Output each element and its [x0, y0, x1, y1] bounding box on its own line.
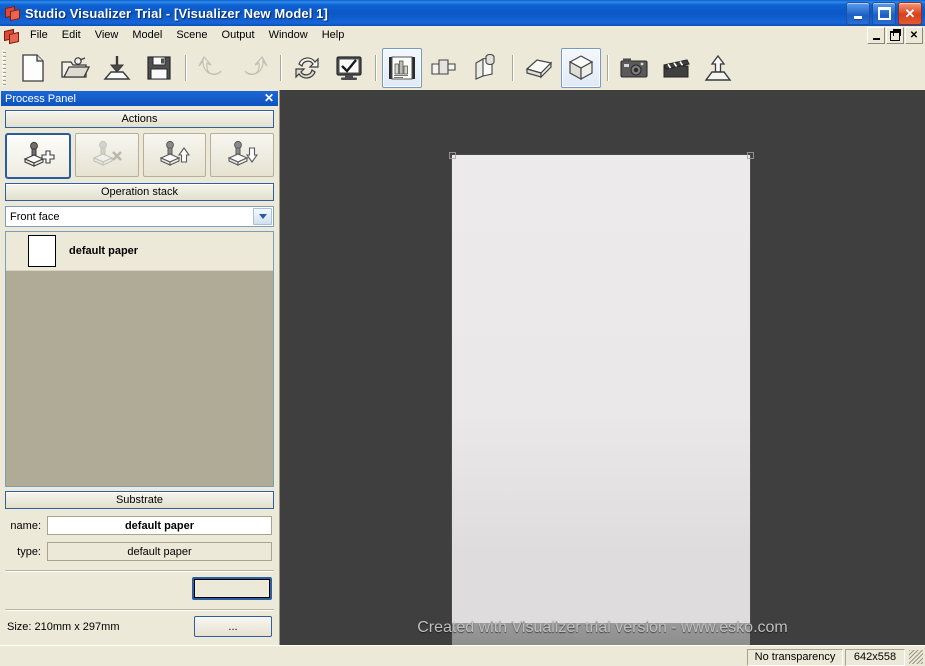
clapperboard-icon[interactable]: [656, 48, 696, 88]
color-button-row: [7, 577, 272, 600]
window-maximize-button[interactable]: [872, 2, 896, 25]
status-dimensions: 642x558: [845, 648, 905, 666]
menu-item-file[interactable]: File: [23, 27, 55, 44]
document-app-icon: [3, 28, 19, 44]
window-title-bar: Studio Visualizer Trial - [Visualizer Ne…: [0, 0, 925, 27]
substrate-browse-button[interactable]: ...: [194, 616, 272, 637]
chevron-down-icon[interactable]: [253, 208, 272, 225]
import-icon[interactable]: [97, 48, 137, 88]
undo-arrow-icon: [192, 48, 232, 88]
divider: [5, 609, 274, 610]
list-item[interactable]: default paper: [6, 232, 273, 271]
toolbar-separator: [185, 54, 186, 81]
resize-grip[interactable]: [909, 650, 923, 664]
open-folder-icon[interactable]: [55, 48, 95, 88]
mdi-minimize-button[interactable]: [867, 27, 885, 44]
selection-handle-top-left[interactable]: [449, 152, 456, 159]
export-icon[interactable]: [698, 48, 738, 88]
toolbar-gripper[interactable]: [2, 49, 9, 86]
menu-item-edit[interactable]: Edit: [55, 27, 88, 44]
refresh-icon[interactable]: [287, 48, 327, 88]
substrate-type-field[interactable]: default paper: [47, 542, 272, 561]
size-row: Size: 210mm x 297mm ...: [7, 616, 272, 637]
window-title: Studio Visualizer Trial - [Visualizer Ne…: [25, 5, 328, 21]
substrate-name-field[interactable]: default paper: [47, 516, 272, 535]
face-selector-value: Front face: [10, 210, 60, 223]
substrate-color-button[interactable]: [192, 577, 272, 600]
redo-arrow-icon: [234, 48, 274, 88]
action-buttons-row: [5, 133, 274, 179]
new-document-icon[interactable]: [13, 48, 53, 88]
list-item-label: default paper: [69, 245, 139, 257]
paper-model[interactable]: [452, 155, 750, 623]
unfolded-box-icon[interactable]: [424, 48, 464, 88]
toolbar-separator: [375, 54, 376, 81]
mdi-close-button[interactable]: ✕: [905, 27, 923, 44]
esko-logo-icon: [4, 5, 20, 22]
move-down-stamp-button[interactable]: [210, 133, 274, 177]
window-minimize-button[interactable]: [846, 2, 870, 25]
status-message: [2, 650, 747, 665]
application-window: Studio Visualizer Trial - [Visualizer Ne…: [0, 0, 925, 666]
menu-bar: File Edit View Model Scene Output Window…: [0, 26, 925, 46]
process-panel-title: Process Panel: [5, 92, 76, 105]
close-icon[interactable]: ✕: [264, 92, 274, 104]
substrate-name-label: name:: [10, 519, 41, 532]
menu-item-view[interactable]: View: [88, 27, 126, 44]
process-panel-icon[interactable]: [382, 47, 422, 88]
substrate-type-label: type:: [17, 545, 41, 558]
substrate-name-row: name: default paper: [7, 516, 272, 535]
move-up-stamp-button[interactable]: [142, 133, 207, 177]
menu-item-help[interactable]: Help: [315, 27, 352, 44]
toolbar-separator: [607, 54, 608, 81]
divider: [5, 570, 274, 571]
perspective-cube-icon[interactable]: [519, 48, 559, 88]
monitor-check-icon[interactable]: [329, 48, 369, 88]
actions-header-button[interactable]: Actions: [5, 110, 274, 128]
toolbar-separator: [280, 54, 281, 81]
menu-item-scene[interactable]: Scene: [169, 27, 214, 44]
operation-stack-list[interactable]: default paper: [5, 231, 274, 487]
selection-handle-top-right[interactable]: [747, 152, 754, 159]
substrate-type-row: type: default paper: [7, 542, 272, 561]
save-floppy-icon[interactable]: [139, 48, 179, 88]
process-panel-title-bar: Process Panel ✕: [1, 91, 278, 106]
process-panel: Process Panel ✕ Actions Operation stack …: [0, 90, 280, 645]
close-icon: ✕: [904, 6, 916, 21]
mdi-child-controls: ✕: [867, 27, 923, 44]
menu-item-output[interactable]: Output: [215, 27, 262, 44]
menu-item-model[interactable]: Model: [125, 27, 169, 44]
camera-icon[interactable]: [614, 48, 654, 88]
toolbar-separator: [512, 54, 513, 81]
menu-item-window[interactable]: Window: [262, 27, 315, 44]
substrate-swatch: [28, 235, 56, 267]
substrate-size-label: Size: 210mm x 297mm: [7, 620, 120, 633]
window-close-button[interactable]: ✕: [898, 2, 922, 25]
folded-box-icon[interactable]: [466, 48, 506, 88]
mdi-restore-button[interactable]: [886, 27, 904, 44]
main-toolbar: [0, 45, 925, 91]
operation-stack-header-button[interactable]: Operation stack: [5, 183, 274, 201]
model-viewport[interactable]: Created with Visualizer trial version - …: [280, 90, 925, 645]
trial-watermark: Created with Visualizer trial version - …: [417, 619, 788, 636]
add-stamp-button[interactable]: [5, 133, 71, 179]
orthographic-cube-icon[interactable]: [561, 47, 601, 88]
status-transparency: No transparency: [747, 648, 843, 666]
substrate-header-button[interactable]: Substrate: [5, 491, 274, 509]
window-controls: ✕: [846, 2, 922, 25]
delete-stamp-button: [74, 133, 139, 177]
face-selector-dropdown[interactable]: Front face: [5, 206, 274, 227]
status-bar: No transparency 642x558: [0, 645, 925, 666]
